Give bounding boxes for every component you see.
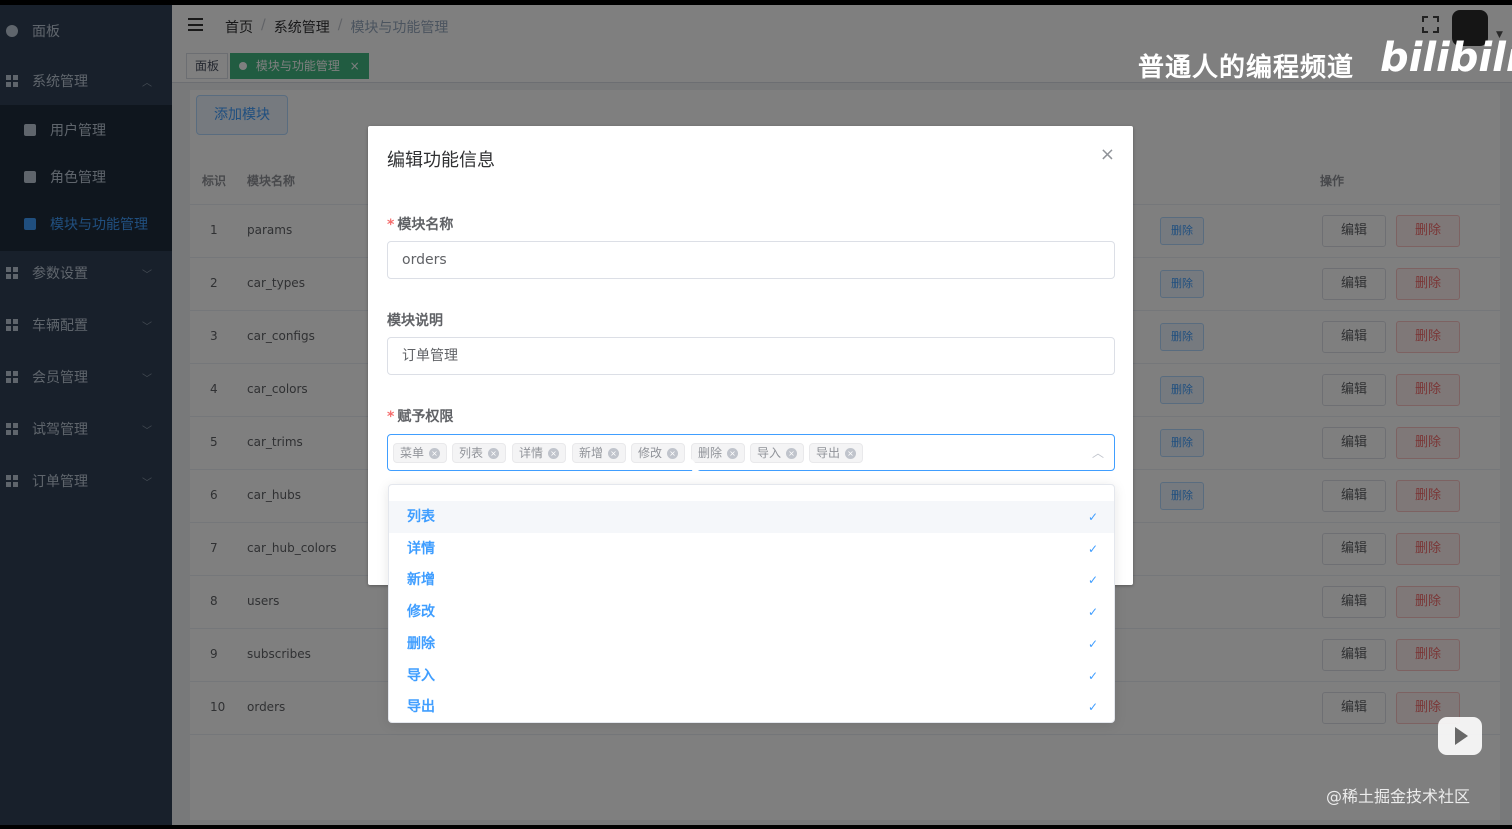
- chip-label: 详情: [519, 446, 544, 460]
- bilibili-logo: bilibili: [1380, 35, 1512, 81]
- dropdown-option[interactable]: 导入 ✓: [389, 660, 1114, 692]
- permission-chip: 导入 ×: [750, 443, 805, 463]
- credit-watermark: @稀土掘金技术社区: [1326, 787, 1471, 806]
- dropdown-option[interactable]: 列表 ✓: [389, 501, 1114, 533]
- dropdown-option[interactable]: 导出 ✓: [389, 691, 1114, 722]
- dialog-title: 编辑功能信息: [387, 150, 495, 171]
- required-mark: *: [387, 217, 395, 233]
- option-label: 修改: [407, 604, 435, 621]
- chip-label: 导入: [757, 446, 782, 460]
- module-name-input[interactable]: orders: [387, 241, 1115, 279]
- chip-label: 导出: [816, 446, 841, 460]
- chip-label: 删除: [698, 446, 723, 460]
- option-label: 导出: [407, 699, 435, 716]
- chip-label: 列表: [459, 446, 484, 460]
- option-label: 新增: [407, 572, 435, 589]
- chevron-up-icon[interactable]: ︿: [1092, 444, 1104, 461]
- app-window: 面板 系统管理 ︿ 用户管理 角色管理 模块与功能管理 参数设置 ﹀: [0, 5, 1512, 825]
- permissions-select[interactable]: 菜单 × 列表 × 详情 × 新增 × 修改 × 删除 × 导入 × 导出 × ︿: [387, 434, 1115, 471]
- close-icon[interactable]: ×: [488, 447, 500, 459]
- permissions-dropdown: 列表 ✓ 详情 ✓ 新增 ✓ 修改 ✓ 删除 ✓ 导入 ✓ 导出 ✓: [388, 484, 1115, 723]
- permissions-label: * 赋予权限: [387, 406, 453, 426]
- check-icon: ✓: [1087, 700, 1098, 715]
- module-name-label: * 模块名称: [387, 214, 453, 234]
- check-icon: ✓: [1087, 668, 1098, 683]
- permission-chip: 列表 ×: [452, 443, 507, 463]
- permission-chip: 菜单 ×: [393, 443, 448, 463]
- option-label: 列表: [407, 509, 435, 525]
- dropdown-option[interactable]: 修改 ✓: [389, 596, 1114, 628]
- permission-chip: 修改 ×: [631, 443, 686, 463]
- permission-chip: 删除 ×: [691, 443, 746, 463]
- close-icon[interactable]: ×: [429, 447, 441, 459]
- label-text: 赋予权限: [397, 409, 454, 425]
- permission-chip: 导出 ×: [809, 443, 864, 463]
- close-icon[interactable]: ×: [548, 447, 560, 459]
- close-icon[interactable]: ×: [786, 447, 798, 459]
- module-desc-input[interactable]: 订单管理: [387, 337, 1115, 375]
- module-desc-label: 模块说明: [387, 313, 443, 329]
- channel-watermark: 普通人的编程频道: [1138, 53, 1355, 83]
- permission-chip: 详情 ×: [512, 443, 567, 463]
- label-text: 模块名称: [397, 217, 454, 233]
- dropdown-option[interactable]: 详情 ✓: [389, 533, 1114, 565]
- close-icon[interactable]: ×: [1100, 144, 1115, 165]
- option-label: 导入: [407, 667, 435, 684]
- option-label: 删除: [407, 635, 435, 652]
- check-icon: ✓: [1087, 636, 1098, 651]
- close-icon[interactable]: ×: [667, 447, 679, 459]
- dropdown-option[interactable]: 新增 ✓: [389, 564, 1114, 596]
- close-icon[interactable]: ×: [608, 447, 620, 459]
- chip-label: 修改: [638, 446, 663, 460]
- chip-label: 新增: [579, 446, 604, 460]
- required-mark: *: [387, 409, 395, 425]
- permission-chip: 新增 ×: [572, 443, 627, 463]
- close-icon[interactable]: ×: [727, 447, 739, 459]
- check-icon: ✓: [1087, 541, 1098, 556]
- dropdown-option[interactable]: 删除 ✓: [389, 628, 1114, 660]
- chip-label: 菜单: [400, 446, 425, 460]
- close-icon[interactable]: ×: [845, 447, 857, 459]
- check-icon: ✓: [1087, 573, 1098, 588]
- check-icon: ✓: [1087, 510, 1098, 524]
- tv-play-icon: [1438, 717, 1482, 755]
- option-label: 详情: [407, 540, 435, 557]
- check-icon: ✓: [1087, 605, 1098, 620]
